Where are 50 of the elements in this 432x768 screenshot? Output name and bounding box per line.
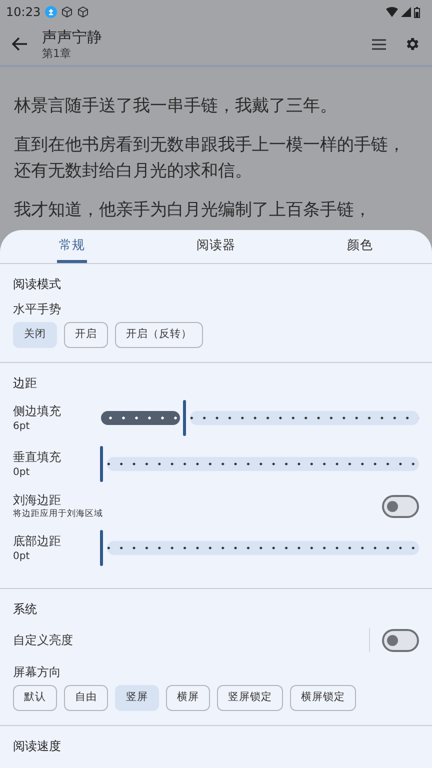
- story-paragraph: 我才知道，他亲手为白月光编制了上百条手链，: [14, 199, 372, 222]
- option-chip[interactable]: 竖屏锁定: [217, 685, 283, 711]
- settings-tab[interactable]: 颜色: [345, 230, 375, 263]
- option-chip[interactable]: 横屏锁定: [290, 685, 356, 711]
- setting-label: 垂直填充: [13, 448, 61, 466]
- menu-icon[interactable]: [372, 38, 386, 50]
- option-chip[interactable]: 竖屏: [115, 685, 159, 711]
- wifi-icon: [386, 7, 398, 17]
- option-chip[interactable]: 横屏: [166, 685, 210, 711]
- back-button[interactable]: [12, 36, 28, 52]
- toggle-switch[interactable]: [382, 628, 419, 652]
- slider-thumb[interactable]: [182, 400, 186, 436]
- setting-label: 水平手势: [13, 301, 61, 317]
- option-chip[interactable]: 关闭: [13, 322, 57, 348]
- setting-label: 自定义亮度: [13, 632, 73, 648]
- option-chip[interactable]: 默认: [13, 685, 57, 711]
- slider[interactable]: [101, 530, 419, 566]
- setting-label: 侧边填充: [13, 402, 61, 420]
- chapter-subtitle: 第1章: [42, 46, 71, 60]
- setting-value: 6pt: [13, 420, 30, 434]
- setting-value: 0pt: [13, 466, 30, 480]
- signal-icon: [401, 7, 411, 17]
- toggle-switch[interactable]: [382, 494, 419, 518]
- section-title: 阅读模式: [13, 276, 61, 292]
- section-title: 系统: [13, 601, 37, 617]
- setting-label: 屏幕方向: [13, 664, 61, 680]
- cube-icon: [76, 6, 89, 18]
- section-title: 边距: [13, 375, 37, 391]
- status-time: 10:23: [6, 4, 41, 21]
- setting-label: 底部边距: [13, 532, 61, 550]
- setting-description: 将边距应用于刘海区域: [13, 509, 103, 520]
- slider[interactable]: [101, 400, 419, 436]
- cube-icon: [60, 6, 73, 18]
- story-paragraph: 林景言随手送了我一串手链，我戴了三年。: [14, 95, 338, 118]
- story-paragraph: 直到在他书房看到无数串跟我手上一模一样的手链，还有无数封给白月光的求和信。: [14, 134, 406, 183]
- slider-thumb[interactable]: [100, 530, 103, 566]
- battery-icon: [414, 6, 420, 18]
- settings-icon[interactable]: [404, 36, 420, 52]
- settings-tab[interactable]: 阅读器: [194, 230, 238, 263]
- setting-value: 0pt: [13, 550, 30, 564]
- section-title: 阅读速度: [13, 738, 61, 754]
- option-chip[interactable]: 开启: [64, 322, 108, 348]
- option-chip[interactable]: 开启（反转）: [115, 322, 203, 348]
- slider[interactable]: [101, 446, 419, 482]
- settings-tab[interactable]: 常规: [57, 230, 87, 263]
- notification-icon: [44, 6, 57, 18]
- option-chip[interactable]: 自由: [64, 685, 108, 711]
- slider-thumb[interactable]: [100, 446, 103, 482]
- book-title: 声声宁静: [42, 28, 102, 46]
- setting-label: 刘海边距: [13, 492, 61, 508]
